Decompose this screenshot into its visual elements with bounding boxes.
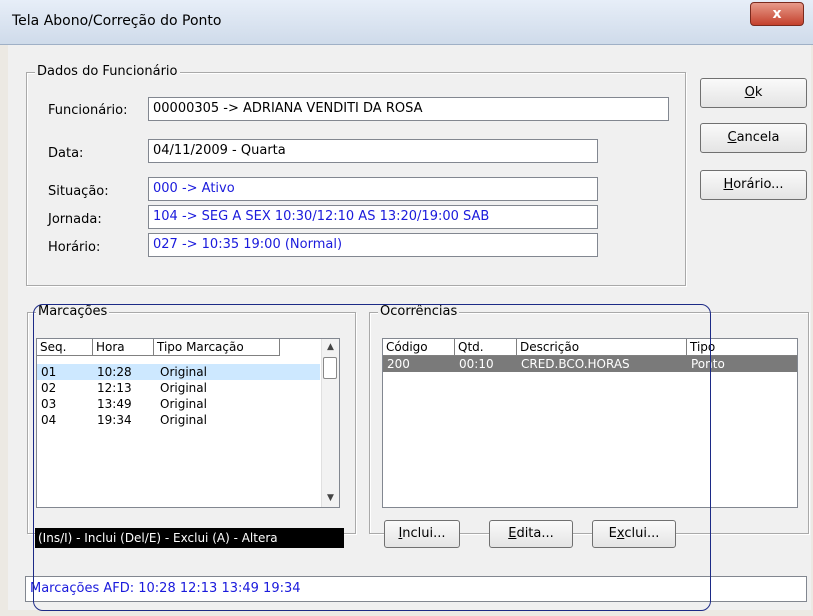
label-situacao: Situação:: [48, 184, 109, 199]
edita-label: dita...: [516, 526, 554, 541]
label-funcionario: Funcionário:: [48, 103, 128, 118]
afd-status-field: Marcações AFD: 10:28 12:13 13:49 19:34: [25, 576, 807, 602]
list-item[interactable]: 02 12:13 Original: [37, 380, 339, 396]
hora-cell: 13:49: [97, 397, 132, 411]
col-qtd[interactable]: Qtd.: [455, 339, 517, 356]
scroll-thumb[interactable]: [323, 357, 337, 379]
tipo-cell: Original: [160, 365, 207, 379]
descricao-cell: CRED.BCO.HORAS: [521, 357, 630, 371]
label-jornada: Jornada:: [48, 212, 102, 227]
label-horario: Horário:: [48, 240, 101, 255]
list-item[interactable]: 04 19:34 Original: [37, 412, 339, 428]
codigo-cell: 200: [387, 357, 410, 371]
edita-button[interactable]: Edita...: [489, 520, 573, 548]
col-seq[interactable]: Seq.: [37, 339, 93, 356]
marcacoes-header: Seq. Hora Tipo Marcação: [37, 339, 339, 356]
tipo-cell: Original: [160, 397, 207, 411]
ok-button[interactable]: Ok: [700, 78, 807, 108]
hora-cell: 19:34: [97, 413, 132, 427]
label-data: Data:: [48, 146, 84, 161]
exclui-prefix: E: [608, 526, 617, 541]
situacao-field[interactable]: 000 -> Ativo: [148, 177, 598, 201]
inclui-button[interactable]: Inclui...: [384, 520, 460, 548]
col-tipo[interactable]: Tipo: [687, 339, 797, 356]
data-field[interactable]: 04/11/2009 - Quarta: [148, 139, 598, 163]
cancel-mnemonic: C: [727, 130, 737, 145]
horario-label: orário...: [733, 177, 784, 192]
seq-cell: 04: [41, 413, 57, 427]
cancel-label: ancela: [736, 130, 780, 145]
list-item[interactable]: 03 13:49 Original: [37, 396, 339, 412]
marcacoes-scrollbar[interactable]: ▲ ▼: [321, 339, 339, 507]
cancel-button[interactable]: Cancela: [700, 123, 807, 153]
scroll-down-icon[interactable]: ▼: [322, 490, 339, 507]
marcacoes-shortcuts-bar: (Ins/I) - Inclui (Del/E) - Exclui (A) - …: [35, 528, 344, 548]
horario-button[interactable]: Horário...: [700, 170, 807, 200]
exclui-label: clui...: [624, 526, 660, 541]
col-descricao[interactable]: Descrição: [517, 339, 687, 356]
inclui-label: nclui...: [402, 526, 446, 541]
hora-cell: 12:13: [97, 381, 132, 395]
jornada-field[interactable]: 104 -> SEG A SEX 10:30/12:10 AS 13:20/19…: [148, 205, 598, 229]
close-icon: x: [772, 6, 782, 22]
qtd-cell: 00:10: [459, 357, 494, 371]
ok-mnemonic: O: [744, 85, 755, 100]
scroll-up-icon[interactable]: ▲: [322, 339, 339, 356]
ocorrencias-legend: Ocorrências: [378, 304, 460, 319]
tipo-cell: Original: [160, 381, 207, 395]
exclui-button[interactable]: Exclui...: [592, 520, 676, 548]
employee-data-legend: Dados do Funcionário: [35, 64, 180, 79]
tipo-cell: Ponto: [691, 357, 725, 371]
title-bar: Tela Abono/Correção do Ponto x: [0, 0, 813, 45]
seq-cell: 01: [41, 365, 57, 379]
horario-field[interactable]: 027 -> 10:35 19:00 (Normal): [148, 233, 598, 257]
col-codigo[interactable]: Código: [383, 339, 455, 356]
seq-cell: 03: [41, 397, 57, 411]
hora-cell: 10:28: [97, 365, 132, 379]
col-hora[interactable]: Hora: [93, 339, 154, 356]
seq-cell: 02: [41, 381, 57, 395]
list-item[interactable]: 01 10:28 Original: [37, 364, 320, 380]
marcacoes-list[interactable]: Seq. Hora Tipo Marcação 01 10:28 Origina…: [36, 338, 340, 508]
ok-label: k: [754, 85, 763, 100]
col-tipo-marcacao[interactable]: Tipo Marcação: [154, 339, 280, 356]
marcacoes-legend: Marcações: [36, 304, 110, 319]
window-title: Tela Abono/Correção do Ponto: [12, 13, 222, 29]
horario-mnemonic: H: [723, 177, 734, 192]
close-button[interactable]: x: [750, 2, 804, 26]
tipo-cell: Original: [160, 413, 207, 427]
ocorrencias-header: Código Qtd. Descrição Tipo: [383, 339, 797, 356]
ocorrencias-list[interactable]: Código Qtd. Descrição Tipo 200 00:10 CRE…: [382, 338, 798, 508]
table-row[interactable]: 200 00:10 CRED.BCO.HORAS Ponto: [383, 356, 797, 372]
funcionario-field[interactable]: 00000305 -> ADRIANA VENDITI DA ROSA: [148, 97, 669, 121]
